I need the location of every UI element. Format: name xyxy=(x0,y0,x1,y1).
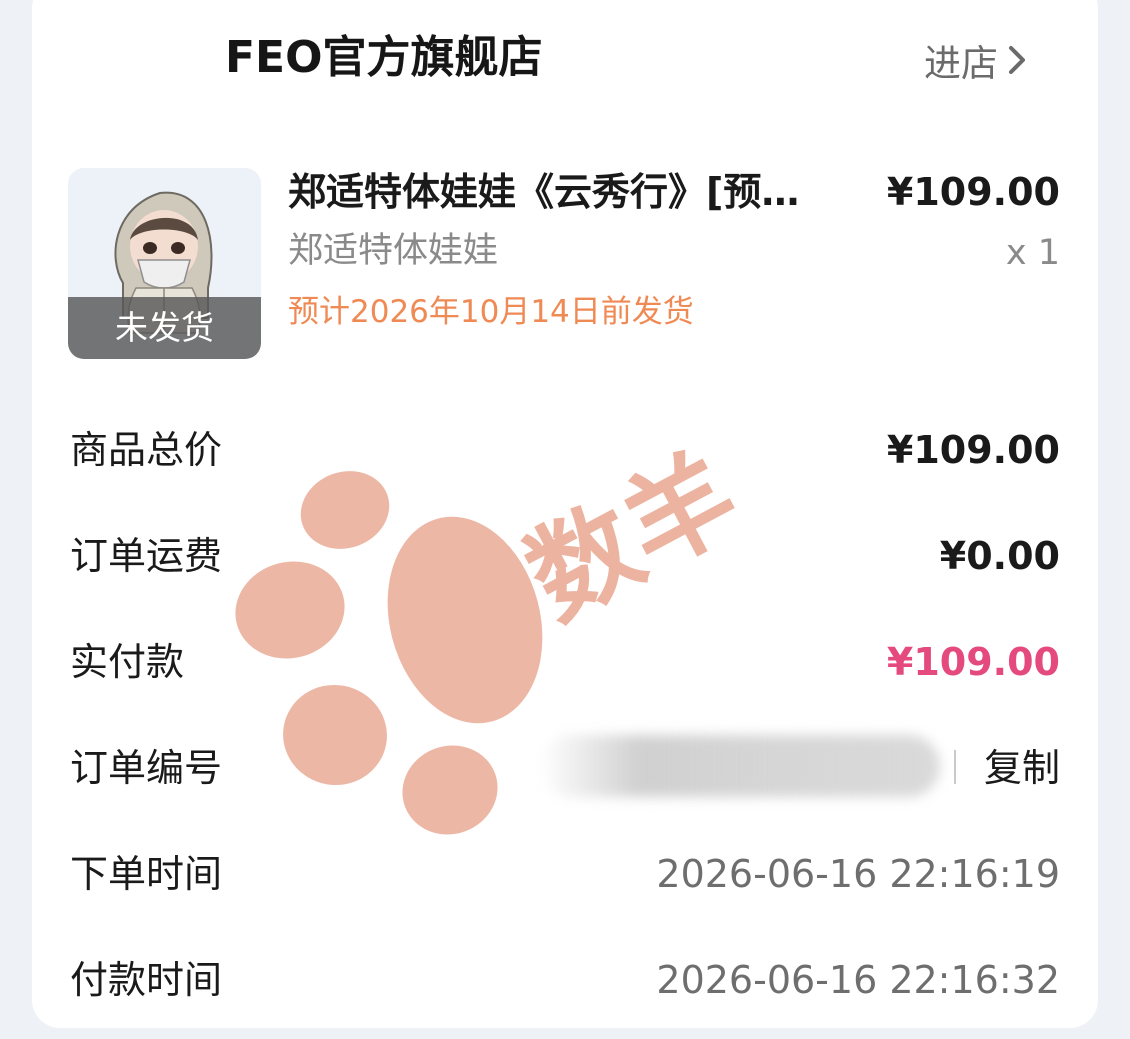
shipping-status-badge: 未发货 xyxy=(68,297,261,359)
order-card: FEO官方旗舰店 进店 未发货 郑适特体娃娃《云秀行》[预… 郑适特体娃娃 预计… xyxy=(32,0,1098,1028)
shipping-fee-value: ¥0.00 xyxy=(939,534,1060,578)
product-thumbnail[interactable]: 未发货 xyxy=(68,168,261,359)
unit-price: ¥109.00 xyxy=(886,170,1060,214)
payment-time-label: 付款时间 xyxy=(70,958,223,1002)
quantity: x 1 xyxy=(1005,233,1060,273)
enter-store-label: 进店 xyxy=(924,42,998,85)
chevron-right-icon xyxy=(1009,46,1025,74)
product-title[interactable]: 郑适特体娃娃《云秀行》[预… xyxy=(288,166,848,218)
eta-wrapper: 预计2026年10月14日前发货 xyxy=(288,287,718,337)
product-sku: 郑适特体娃娃 xyxy=(288,231,499,271)
goods-total-value: ¥109.00 xyxy=(886,428,1060,472)
paid-amount-value: ¥109.00 xyxy=(886,640,1060,684)
order-number-label: 订单编号 xyxy=(70,746,223,790)
enter-store-button[interactable]: 进店 xyxy=(924,34,1028,86)
order-number-redacted xyxy=(540,735,940,797)
goods-total-label: 商品总价 xyxy=(70,428,223,472)
copy-divider xyxy=(954,750,956,784)
order-created-label: 下单时间 xyxy=(70,852,223,896)
order-created-value: 2026-06-16 22:16:19 xyxy=(656,852,1060,896)
store-name: FEO官方旗舰店 xyxy=(225,32,543,83)
copy-order-number-button[interactable]: 复制 xyxy=(984,740,1060,796)
paid-amount-label: 实付款 xyxy=(70,640,185,684)
payment-time-value: 2026-06-16 22:16:32 xyxy=(656,958,1060,1002)
shipping-fee-label: 订单运费 xyxy=(70,534,223,578)
delivery-eta: 预计2026年10月14日前发货 xyxy=(288,294,694,330)
